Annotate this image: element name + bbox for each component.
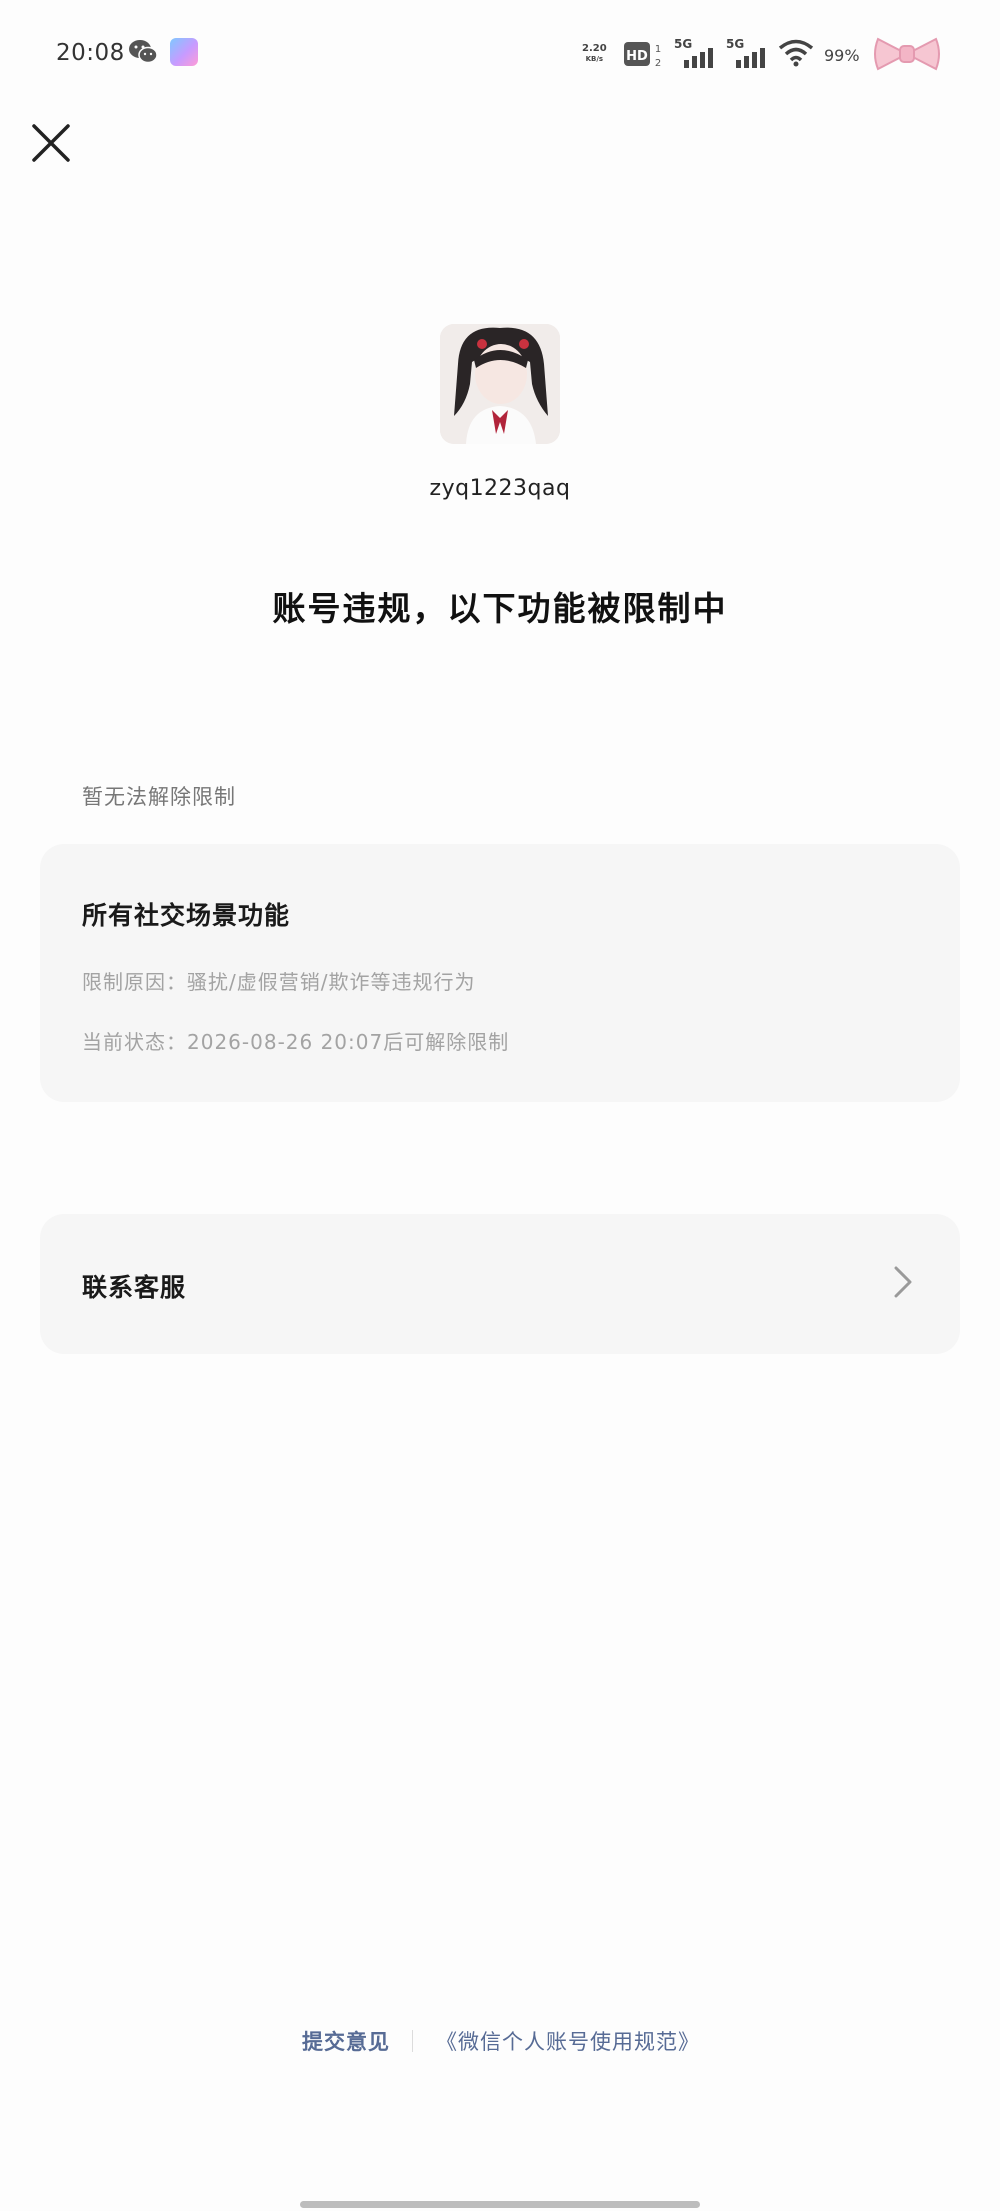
page-title: 账号违规，以下功能被限制中 (272, 589, 728, 628)
battery-level: 99% (824, 46, 860, 65)
home-indicator[interactable] (300, 2201, 700, 2208)
signal-icon: 5G (726, 37, 765, 68)
username: zyq1223qaq (429, 476, 571, 501)
wechat-icon (129, 40, 158, 64)
avatar (440, 324, 560, 444)
account-policy-link[interactable]: 《微信个人账号使用规范》 (436, 2026, 700, 2056)
close-icon[interactable] (26, 118, 76, 168)
footer-divider (412, 2030, 413, 2052)
feedback-link[interactable]: 提交意见 (302, 2026, 390, 2056)
avatar-image (440, 324, 560, 444)
svg-text:1: 1 (655, 44, 661, 55)
wifi-icon (778, 39, 814, 67)
network-speed: 2.20 KB/s (582, 44, 607, 64)
svg-text:2: 2 (655, 58, 661, 68)
restriction-card: 所有社交场景功能 限制原因：骚扰/虚假营销/欺诈等违规行为 当前状态：2026-… (40, 844, 960, 1102)
hd-icon: HD 1 2 (624, 42, 661, 68)
bow-icon (874, 37, 940, 71)
status-time: 20:08 (56, 40, 125, 66)
signal-icon: 5G (674, 37, 713, 68)
network-speed-value: 2.20 (582, 43, 607, 54)
signal-label: 5G (726, 37, 744, 51)
svg-text:HD: HD (626, 49, 648, 64)
contact-support-label: 联系客服 (82, 1273, 187, 1302)
chevron-right-icon (894, 1266, 912, 1298)
signal-label: 5G (674, 37, 692, 51)
contact-support-button[interactable]: 联系客服 (40, 1214, 960, 1354)
network-speed-unit: KB/s (585, 55, 604, 63)
restriction-status: 当前状态：2026-08-26 20:07后可解除限制 (82, 1030, 510, 1054)
restriction-reason: 限制原因：骚扰/虚假营销/欺诈等违规行为 (82, 970, 476, 994)
restriction-title: 所有社交场景功能 (82, 901, 291, 930)
app-badge-icon (170, 38, 198, 66)
section-caption: 暂无法解除限制 (82, 785, 236, 809)
